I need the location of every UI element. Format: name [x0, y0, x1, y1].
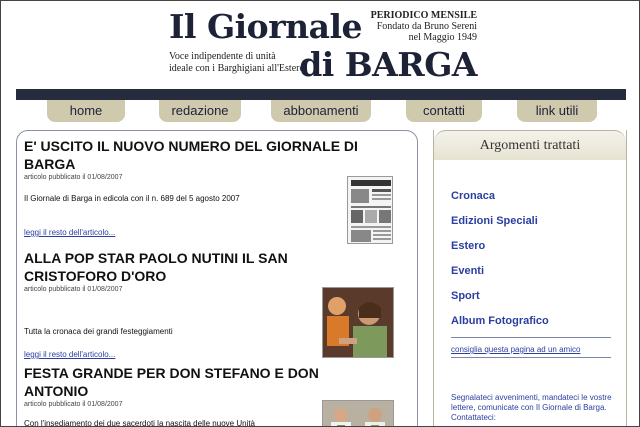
masthead-note-3: nel Maggio 1949: [408, 32, 477, 43]
nav-bar: [16, 89, 626, 100]
sidebar-item-sport[interactable]: Sport: [451, 290, 480, 302]
article-3: FESTA GRANDE PER DON STEFANO E DON ANTON…: [24, 364, 324, 408]
sidebar-item-edizioni-speciali[interactable]: Edizioni Speciali: [451, 215, 538, 227]
sidebar-item-album-fotografico[interactable]: Album Fotografico: [451, 315, 549, 327]
concert-photo-thumbnail[interactable]: [322, 287, 394, 358]
masthead-note-1: PERIODICO MENSILE: [370, 10, 477, 21]
article-2-read-more-link[interactable]: leggi il resto dell'articolo...: [24, 350, 115, 359]
sidebar-divider: [451, 337, 611, 338]
article-1: E' USCITO IL NUOVO NUMERO DEL GIORNALE D…: [24, 137, 384, 181]
nav-tab-contatti[interactable]: contatti: [406, 100, 482, 122]
masthead-tagline-1: Voce indipendente di unità: [169, 51, 276, 62]
masthead-logo[interactable]: Il Giornale PERIODICO MENSILE Fondato da…: [169, 7, 481, 84]
article-3-title[interactable]: FESTA GRANDE PER DON STEFANO E DON ANTON…: [24, 364, 324, 400]
nav-tab-abbonamenti[interactable]: abbonamenti: [271, 100, 371, 122]
article-2-meta: articolo pubblicato il 01/08/2007: [24, 286, 123, 293]
masthead-tagline-2: ideale con i Barghigiani all'Estero: [169, 63, 305, 74]
nav-tab-link-utili[interactable]: link utili: [517, 100, 597, 122]
masthead-title-line2: di BARGA: [299, 45, 477, 84]
article-1-title[interactable]: E' USCITO IL NUOVO NUMERO DEL GIORNALE D…: [24, 137, 384, 173]
article-2: ALLA POP STAR PAOLO NUTINI IL SAN CRISTO…: [24, 249, 324, 293]
masthead-title-line1: Il Giornale: [169, 7, 362, 46]
sidebar-item-cronaca[interactable]: Cronaca: [451, 190, 495, 202]
sidebar-contact-note: Segnalateci avvenimenti, mandateci le vo…: [451, 393, 612, 422]
page: Il Giornale PERIODICO MENSILE Fondato da…: [0, 0, 640, 427]
masthead-tagline: Voce indipendente di unità ideale con i …: [169, 51, 304, 75]
article-3-body: Con l'insediamento dei due sacerdoti la …: [24, 419, 256, 427]
newspaper-cover-thumbnail[interactable]: [347, 176, 393, 244]
priests-photo-thumbnail[interactable]: [322, 400, 394, 426]
sidebar-item-eventi[interactable]: Eventi: [451, 265, 484, 277]
nav-tab-redazione[interactable]: redazione: [159, 100, 241, 122]
article-2-title[interactable]: ALLA POP STAR PAOLO NUTINI IL SAN CRISTO…: [24, 249, 324, 285]
article-1-meta: articolo pubblicato il 01/08/2007: [24, 174, 123, 181]
nav-tab-home[interactable]: home: [47, 100, 125, 122]
main-content: E' USCITO IL NUOVO NUMERO DEL GIORNALE D…: [16, 130, 418, 427]
article-1-read-more-link[interactable]: leggi il resto dell'articolo...: [24, 228, 115, 237]
newspaper-cover-image: [348, 177, 392, 243]
masthead-note: PERIODICO MENSILE Fondato da Bruno Seren…: [371, 10, 477, 43]
masthead-note-2: Fondato da Bruno Sereni: [376, 21, 477, 32]
concert-photo-image: [323, 288, 393, 357]
sidebar-heading: Argomenti trattati: [434, 130, 626, 160]
priests-photo-image: [323, 401, 393, 426]
sidebar: Argomenti trattati Cronaca Edizioni Spec…: [433, 130, 627, 426]
sidebar-item-estero[interactable]: Estero: [451, 240, 485, 252]
article-2-body: Tutta la cronaca dei grandi festeggiamen…: [24, 327, 173, 336]
recommend-page-link[interactable]: consiglia questa pagina ad un amico: [451, 345, 580, 354]
article-3-meta: articolo pubblicato il 01/08/2007: [24, 401, 123, 408]
sidebar-divider: [451, 357, 611, 358]
article-1-body: Il Giornale di Barga in edicola con il n…: [24, 194, 240, 203]
